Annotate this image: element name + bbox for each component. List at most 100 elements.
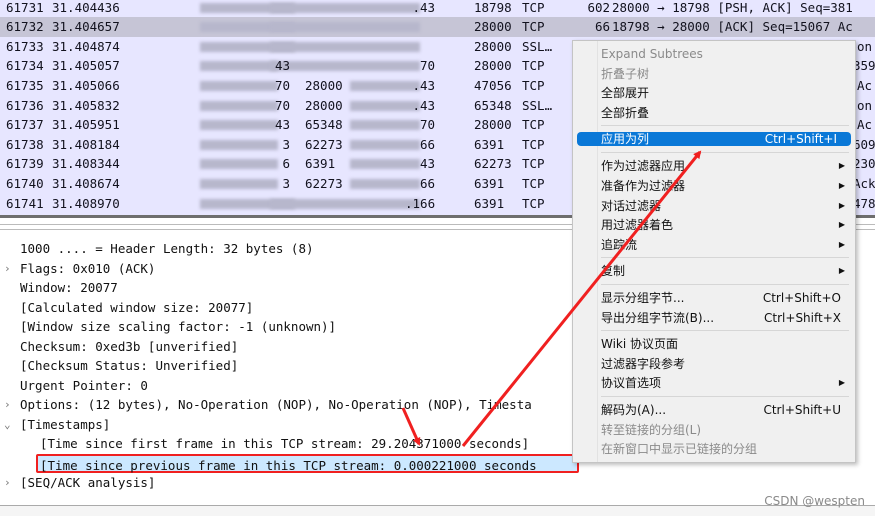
tree-item-text: [SEQ/ACK analysis] (20, 475, 156, 490)
packet-info: Ack (853, 175, 875, 191)
packet-source: 70 (275, 97, 291, 113)
redacted-destination (270, 2, 420, 13)
packet-info: 18798 → 28000 [ACK] Seq=15067 Ac (612, 19, 853, 35)
packet-destination: 66 (420, 136, 436, 152)
menu-item-label: 导出分组字节流(B)... (601, 310, 715, 325)
packet-info: 230 (853, 156, 875, 172)
packet-row[interactable]: 61731 31.404436 .43 18798 TCP 602 28000 → 1879… (0, 0, 875, 17)
menu-item[interactable]: 导出分组字节流(B)... Ctrl+Shift+X (573, 308, 855, 328)
tree-item[interactable]: 1000 .... = Header Length: 32 bytes (8) (20, 239, 314, 259)
tree-item-text: [Window size scaling factor: -1 (unknown… (20, 319, 337, 334)
packet-protocol: TCP (522, 19, 545, 35)
packet-number: 61736 (6, 97, 44, 113)
tree-item[interactable]: [Timestamps] (20, 415, 110, 435)
tree-item-text: [Time since previous frame in this TCP s… (40, 457, 537, 473)
tree-item[interactable]: [SEQ/ACK analysis] (20, 473, 155, 493)
menu-item[interactable]: Expand Subtrees (573, 44, 855, 64)
menu-item[interactable]: 用过滤器着色 ▶ (573, 215, 855, 235)
packet-time: 31.404874 (52, 38, 120, 54)
menu-item-label: 复制 (601, 264, 626, 279)
packet-number: 61738 (6, 136, 44, 152)
menu-item[interactable]: 解码为(A)... Ctrl+Shift+U (573, 400, 855, 420)
menu-item[interactable]: Wiki 协议页面 (573, 334, 855, 354)
menu-separator (601, 284, 849, 285)
menu-item-label: 在新窗口中显示已链接的分组 (601, 442, 758, 457)
menu-item[interactable]: 应用为列 Ctrl+Shift+I (577, 132, 851, 147)
expander-chevron-icon[interactable]: ⌄ (4, 415, 11, 435)
packet-number: 61739 (6, 156, 44, 172)
tree-item-text: Options: (12 bytes), No-Operation (NOP),… (20, 397, 532, 412)
packet-info: Ac (857, 117, 873, 133)
packet-time: 31.405832 (52, 97, 120, 113)
menu-item[interactable]: 全部展开 (573, 83, 855, 103)
expander-chevron-icon[interactable]: › (4, 395, 11, 415)
tree-item[interactable]: [Calculated window size: 20077] (20, 298, 253, 318)
tree-item-text: Urgent Pointer: 0 (20, 377, 148, 393)
packet-protocol: TCP (522, 58, 545, 74)
packet-destination-port: 18798 (474, 0, 512, 15)
submenu-arrow-icon: ▶ (838, 220, 845, 230)
tree-item[interactable]: Flags: 0x010 (ACK) (20, 259, 155, 279)
packet-source-port: 62273 (305, 136, 343, 152)
menu-item-label: 过滤器字段参考 (601, 356, 686, 371)
expander-chevron-icon[interactable]: › (4, 259, 11, 279)
menu-item-label: 解码为(A)... (601, 403, 667, 417)
menu-item-label: 折叠子树 (601, 66, 650, 81)
tree-item[interactable]: Options: (12 bytes), No-Operation (NOP),… (20, 395, 532, 415)
menu-separator (601, 396, 849, 397)
menu-separator (601, 125, 849, 127)
menu-item[interactable]: 对话过滤器 ▶ (573, 196, 855, 216)
packet-time: 31.405951 (52, 117, 120, 133)
tree-item[interactable]: Urgent Pointer: 0 (20, 376, 148, 396)
tree-item[interactable]: Checksum: 0xed3b [unverified] (20, 337, 238, 357)
menu-item[interactable]: 准备作为过滤器 ▶ (573, 176, 855, 196)
redacted-destination (270, 198, 420, 209)
packet-length: 602 (587, 0, 611, 15)
packet-info: 478 (853, 195, 875, 211)
packet-destination-port: 28000 (474, 38, 512, 54)
tree-item[interactable]: [Window size scaling factor: -1 (unknown… (20, 317, 336, 337)
tree-item[interactable]: Window: 20077 (20, 278, 118, 298)
menu-item[interactable]: 显示分组字节... Ctrl+Shift+O (573, 288, 855, 308)
packet-info: on (857, 38, 873, 54)
packet-number: 61733 (6, 38, 44, 54)
packet-protocol: TCP (522, 175, 545, 191)
packet-destination: .166 (405, 195, 436, 211)
menu-item-label: 全部折叠 (601, 105, 650, 120)
menu-item-label: 追踪流 (601, 237, 638, 252)
menu-item[interactable]: 在新窗口中显示已链接的分组 (573, 439, 855, 459)
menu-item[interactable]: 追踪流 ▶ (573, 235, 855, 255)
packet-time: 31.408970 (52, 195, 120, 211)
packet-time: 31.408344 (52, 156, 120, 172)
bytes-pane-edge (0, 505, 875, 516)
packet-destination-port: 65348 (474, 97, 512, 113)
packet-destination-port: 6391 (474, 175, 505, 191)
context-menu: Expand Subtrees 折叠子树全部展开全部折叠应用为列 Ctrl+Shif… (572, 40, 856, 463)
packet-info: 609 (853, 136, 875, 152)
menu-item[interactable]: 作为过滤器应用 ▶ (573, 156, 855, 176)
menu-item-shortcut: Ctrl+Shift+U (763, 403, 841, 417)
redacted-destination (270, 61, 420, 72)
packet-info: 359 (853, 58, 875, 74)
packet-number: 61741 (6, 195, 44, 211)
packet-protocol: TCP (522, 195, 545, 211)
packet-destination: 70 (420, 58, 436, 74)
packet-info: on (857, 97, 873, 113)
packet-time: 31.408184 (52, 136, 120, 152)
packet-row[interactable]: 61732 31.404657 28000 TCP 66 18798 → 28000 [A… (0, 17, 875, 37)
menu-item[interactable]: 复制 ▶ (573, 261, 855, 281)
menu-separator (601, 330, 849, 332)
tree-item[interactable]: [Checksum Status: Unverified] (20, 356, 238, 376)
selected-field[interactable]: [Time since previous frame in this TCP s… (36, 453, 579, 473)
submenu-arrow-icon: ▶ (838, 378, 845, 388)
menu-item[interactable]: 协议首选项 ▶ (573, 373, 855, 393)
packet-number: 61735 (6, 77, 44, 93)
tree-item[interactable]: [Time since first frame in this TCP stre… (40, 434, 529, 454)
menu-item[interactable]: 全部折叠 (573, 103, 855, 123)
redacted-source (200, 61, 278, 72)
menu-item[interactable]: 过滤器字段参考 (573, 354, 855, 374)
redacted-destination (270, 22, 420, 33)
menu-item[interactable]: 折叠子树 (573, 64, 855, 84)
expander-chevron-icon[interactable]: › (4, 473, 11, 493)
menu-item[interactable]: 转至链接的分组(L) (573, 420, 855, 440)
